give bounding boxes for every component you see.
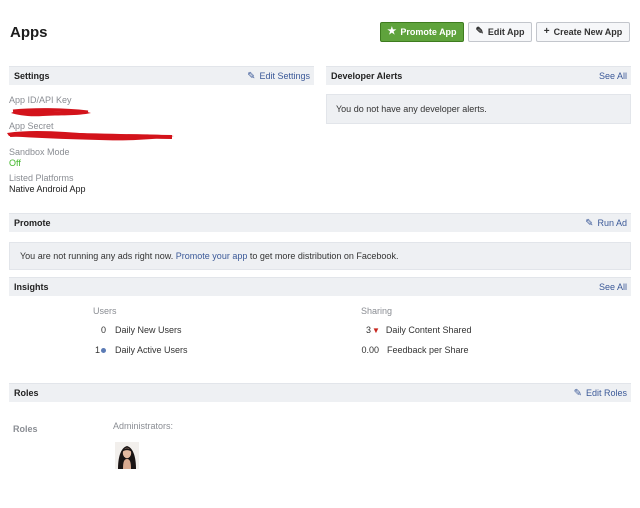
roles-header: Roles ✎ Edit Roles bbox=[9, 383, 631, 402]
alerts-see-all-link[interactable]: See All bbox=[599, 71, 627, 81]
daily-new-users-row: 0 Daily New Users bbox=[90, 325, 182, 335]
promote-your-app-link[interactable]: Promote your app bbox=[176, 251, 248, 261]
admin-avatar-image bbox=[115, 442, 139, 469]
edit-roles-label: Edit Roles bbox=[585, 388, 627, 398]
page-title: Apps bbox=[10, 24, 48, 41]
insights-header: Insights See All bbox=[9, 277, 631, 296]
developer-alerts-header: Developer Alerts See All bbox=[326, 66, 631, 85]
app-secret-redaction bbox=[7, 131, 174, 141]
star-icon: ★ bbox=[387, 26, 397, 37]
settings-title: Settings bbox=[14, 71, 50, 81]
listed-platforms-label: Listed Platforms bbox=[9, 173, 74, 183]
insights-title: Insights bbox=[14, 282, 49, 292]
listed-platforms-field: Listed Platforms Native Android App bbox=[9, 173, 86, 195]
edit-app-button[interactable]: ✎ Edit App bbox=[468, 22, 532, 42]
users-header: Users bbox=[93, 306, 117, 316]
promote-message: You are not running any ads right now. P… bbox=[9, 242, 631, 270]
down-arrow-icon: ▼ bbox=[372, 325, 380, 335]
admin-avatar[interactable] bbox=[115, 442, 139, 469]
app-id-redaction bbox=[11, 108, 91, 117]
developer-alerts-message: You do not have any developer alerts. bbox=[326, 94, 631, 124]
daily-new-users-label: Daily New Users bbox=[115, 325, 182, 335]
daily-content-shared-label: Daily Content Shared bbox=[385, 325, 472, 335]
roles-row-label: Roles bbox=[13, 424, 38, 434]
sandbox-mode-field: Sandbox Mode Off bbox=[9, 147, 70, 169]
create-new-app-label: Create New App bbox=[553, 27, 623, 37]
edit-settings-link[interactable]: ✎ Edit Settings bbox=[247, 71, 310, 82]
plus-icon: + bbox=[543, 26, 550, 37]
daily-new-users-value: 0 bbox=[100, 325, 106, 335]
sandbox-mode-label: Sandbox Mode bbox=[9, 147, 70, 157]
daily-active-users-value: 1 bbox=[94, 345, 100, 355]
create-new-app-button[interactable]: + Create New App bbox=[536, 22, 630, 42]
promote-message-text: You are not running any ads right now. bbox=[20, 251, 174, 261]
pencil-icon: ✎ bbox=[247, 70, 256, 82]
trend-dot-icon bbox=[101, 347, 106, 353]
promote-message-suffix: to get more distribution on Facebook. bbox=[249, 251, 399, 261]
administrators-label: Administrators: bbox=[113, 421, 174, 431]
daily-active-users-row: 1 Daily Active Users bbox=[90, 345, 188, 355]
insights-see-all-link[interactable]: See All bbox=[599, 282, 627, 292]
promote-title: Promote bbox=[14, 218, 51, 228]
run-ad-label: Run Ad bbox=[597, 218, 627, 228]
pencil-icon: ✎ bbox=[585, 217, 594, 229]
daily-active-users-label: Daily Active Users bbox=[115, 345, 188, 355]
feedback-per-share-label: Feedback per Share bbox=[387, 345, 469, 355]
promote-app-label: Promote App bbox=[400, 27, 457, 37]
run-ad-link[interactable]: ✎ Run Ad bbox=[585, 218, 627, 229]
feedback-per-share-row: 0.00 Feedback per Share bbox=[355, 345, 469, 355]
pencil-icon: ✎ bbox=[573, 387, 582, 399]
roles-title: Roles bbox=[14, 388, 39, 398]
developer-alerts-title: Developer Alerts bbox=[331, 71, 403, 81]
promote-app-button[interactable]: ★ Promote App bbox=[380, 22, 464, 42]
listed-platforms-value: Native Android App bbox=[9, 184, 86, 194]
daily-content-shared-value: 3 bbox=[365, 325, 371, 335]
daily-content-shared-row: 3 ▼ Daily Content Shared bbox=[355, 325, 472, 335]
settings-header: Settings ✎ Edit Settings bbox=[9, 66, 314, 85]
pencil-icon: ✎ bbox=[475, 26, 484, 37]
edit-app-label: Edit App bbox=[487, 27, 525, 37]
sandbox-mode-value: Off bbox=[9, 158, 21, 168]
sharing-header: Sharing bbox=[361, 306, 393, 316]
edit-roles-link[interactable]: ✎ Edit Roles bbox=[574, 388, 627, 399]
edit-settings-label: Edit Settings bbox=[259, 71, 310, 81]
feedback-per-share-value: 0.00 bbox=[361, 345, 379, 355]
promote-header: Promote ✎ Run Ad bbox=[9, 213, 631, 232]
